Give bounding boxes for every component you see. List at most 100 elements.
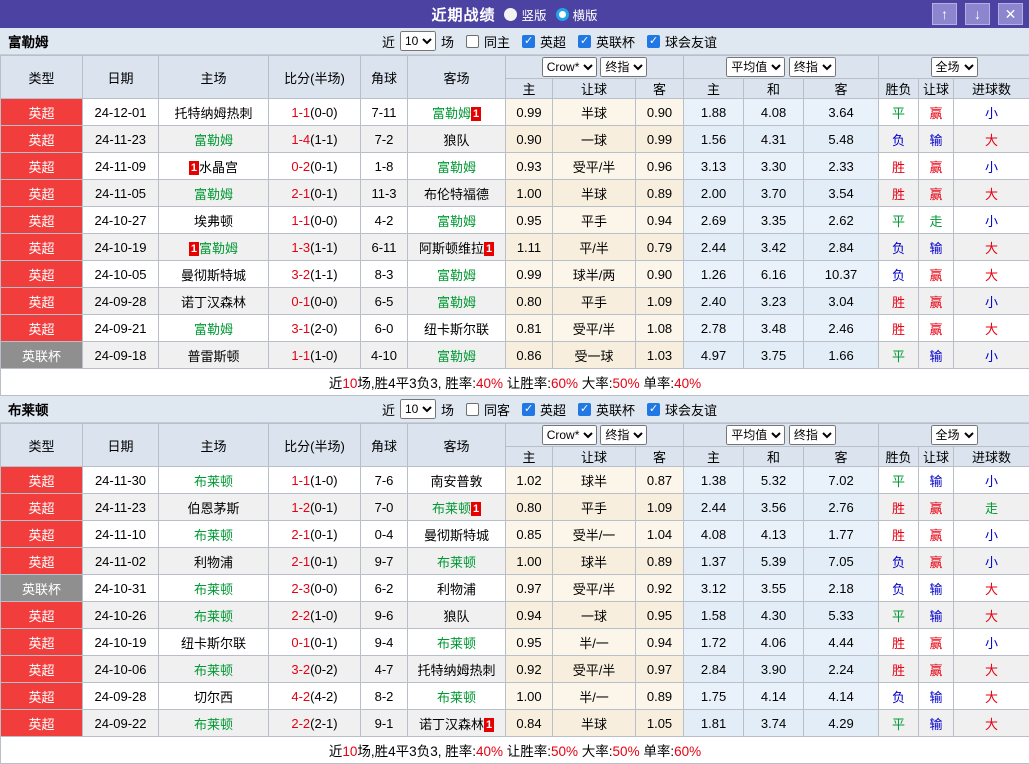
result-outcome-label: 胜 xyxy=(892,322,905,337)
same-home-label: 同主 xyxy=(484,32,510,51)
odds-source-select[interactable]: Crow* xyxy=(542,57,597,77)
team-label: 富勒姆 xyxy=(437,160,476,175)
result-outcome: 胜 xyxy=(879,288,919,315)
result-outcome-label: 平 xyxy=(892,106,905,121)
result-handicap: 输 xyxy=(919,602,954,629)
scope-select[interactable]: 全场 xyxy=(931,425,978,445)
fulltime-score: 2-3 xyxy=(291,581,310,596)
result-outcome: 负 xyxy=(879,548,919,575)
odds-away: 0.99 xyxy=(636,126,684,153)
corner-count: 7-6 xyxy=(361,467,408,494)
home-team: 1富勒姆 xyxy=(159,234,269,261)
odds-home: 0.80 xyxy=(506,494,553,521)
score: 0-1(0-1) xyxy=(269,629,361,656)
average-select[interactable]: 平均值 xyxy=(726,57,785,77)
home-team: 布莱顿 xyxy=(159,575,269,602)
match-date: 24-09-18 xyxy=(83,342,159,369)
corner-count: 7-0 xyxy=(361,494,408,521)
match-row: 英超24-09-28诺丁汉森林0-1(0-0)6-5富勒姆0.80平手1.092… xyxy=(1,288,1029,315)
league-checkbox-friendly[interactable] xyxy=(647,403,660,416)
avg-draw: 4.13 xyxy=(744,521,804,548)
fulltime-score: 2-1 xyxy=(291,527,310,542)
team-label: 狼队 xyxy=(443,609,469,624)
close-button[interactable]: ✕ xyxy=(998,3,1023,25)
col-header-avg-home: 主 xyxy=(684,447,744,467)
odds-handicap: 半球 xyxy=(553,180,636,207)
result-handicap-label: 赢 xyxy=(930,636,943,651)
score: 0-2(0-1) xyxy=(269,153,361,180)
team-label: 布莱顿 xyxy=(437,555,476,570)
team-label: 普雷斯顿 xyxy=(187,349,239,364)
col-header-goals-result: 进球数 xyxy=(954,79,1029,99)
games-count-select[interactable]: 10 xyxy=(400,31,436,51)
odds-handicap: 平手 xyxy=(553,288,636,315)
result-outcome-label: 负 xyxy=(892,690,905,705)
odds-source-select[interactable]: Crow* xyxy=(542,425,597,445)
result-outcome-label: 胜 xyxy=(892,501,905,516)
result-handicap: 赢 xyxy=(919,521,954,548)
fulltime-score: 1-1 xyxy=(291,473,310,488)
home-team: 埃弗顿 xyxy=(159,207,269,234)
result-handicap-label: 输 xyxy=(930,582,943,597)
league-checkbox-epl[interactable] xyxy=(522,35,535,48)
league-checkbox-efl-cup[interactable] xyxy=(578,35,591,48)
score: 1-3(1-1) xyxy=(269,234,361,261)
result-handicap-label: 赢 xyxy=(930,187,943,202)
avg-draw: 4.06 xyxy=(744,629,804,656)
result-goals: 小 xyxy=(954,521,1029,548)
match-row: 英超24-09-28切尔西4-2(4-2)8-2布莱顿1.00半/一0.891.… xyxy=(1,683,1029,710)
result-outcome-label: 平 xyxy=(892,349,905,364)
avg-home: 1.56 xyxy=(684,126,744,153)
team-label: 布莱顿 xyxy=(194,474,233,489)
move-down-button[interactable]: ↓ xyxy=(965,3,990,25)
red-card-badge: 1 xyxy=(189,161,199,175)
final-odds-select-2[interactable]: 终指 xyxy=(789,425,836,445)
result-outcome-label: 负 xyxy=(892,555,905,570)
score: 1-4(1-1) xyxy=(269,126,361,153)
final-odds-select[interactable]: 终指 xyxy=(600,425,647,445)
match-row: 英超24-11-05富勒姆2-1(0-1)11-3布伦特福德1.00半球0.89… xyxy=(1,180,1029,207)
odds-handicap: 受平/半 xyxy=(553,315,636,342)
result-handicap: 输 xyxy=(919,710,954,737)
same-home-checkbox[interactable] xyxy=(466,35,479,48)
team-label: 布莱顿 xyxy=(194,717,233,732)
team-label: 布莱顿 xyxy=(194,528,233,543)
avg-draw: 4.08 xyxy=(744,99,804,126)
summary-row: 近10场,胜4平3负3, 胜率:40% 让胜率:60% 大率:50% 单率:40… xyxy=(1,369,1029,396)
team-label: 布伦特福德 xyxy=(424,187,489,202)
home-team: 富勒姆 xyxy=(159,126,269,153)
odds-handicap: 平手 xyxy=(553,494,636,521)
corner-count: 6-11 xyxy=(361,234,408,261)
team-label: 曼彻斯特城 xyxy=(181,268,246,283)
section-filterbar-fulham: 富勒姆 近 10 场 同主 英超 英联杯 球会友谊 xyxy=(0,28,1029,55)
result-handicap-label: 赢 xyxy=(930,322,943,337)
scope-select[interactable]: 全场 xyxy=(931,57,978,77)
games-count-select[interactable]: 10 xyxy=(400,399,436,419)
result-handicap: 输 xyxy=(919,683,954,710)
fulltime-score: 4-2 xyxy=(291,689,310,704)
odds-home: 0.99 xyxy=(506,261,553,288)
result-goals-label: 小 xyxy=(985,160,998,175)
league-checkbox-efl-cup[interactable] xyxy=(578,403,591,416)
fulltime-score: 1-3 xyxy=(291,240,310,255)
average-select[interactable]: 平均值 xyxy=(726,425,785,445)
layout-radio-horizontal[interactable]: 横版 xyxy=(556,5,598,24)
league-checkbox-friendly[interactable] xyxy=(647,35,660,48)
league-checkbox-epl[interactable] xyxy=(522,403,535,416)
same-away-checkbox[interactable] xyxy=(466,403,479,416)
league-efl-cup-label: 英联杯 xyxy=(596,400,635,419)
match-date: 24-10-06 xyxy=(83,656,159,683)
match-type-badge: 英超 xyxy=(1,207,83,234)
result-handicap: 输 xyxy=(919,234,954,261)
move-up-button[interactable]: ↑ xyxy=(932,3,957,25)
final-odds-select[interactable]: 终指 xyxy=(600,57,647,77)
result-goals-label: 小 xyxy=(985,636,998,651)
result-goals: 大 xyxy=(954,575,1029,602)
result-handicap-label: 输 xyxy=(930,241,943,256)
layout-radio-vertical[interactable]: 竖版 xyxy=(504,5,546,24)
final-odds-select-2[interactable]: 终指 xyxy=(789,57,836,77)
odds-handicap: 受一球 xyxy=(553,342,636,369)
halftime-score: (0-0) xyxy=(310,213,337,228)
halftime-score: (1-0) xyxy=(310,473,337,488)
halftime-score: (1-1) xyxy=(310,267,337,282)
